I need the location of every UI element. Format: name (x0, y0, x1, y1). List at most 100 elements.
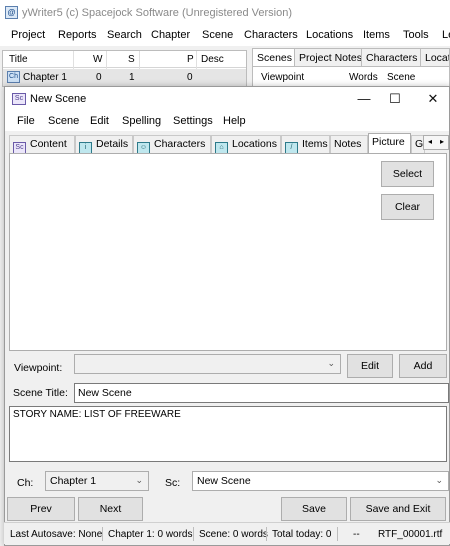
chapter-select-label: Ch: (17, 477, 34, 489)
tab-details-label: Details (96, 138, 129, 150)
table-row[interactable]: Ch Chapter 1 0 1 0 (3, 69, 246, 86)
tab-characters-label: Characters (154, 138, 206, 150)
prev-button[interactable]: Prev (7, 497, 75, 521)
tab-scenes[interactable]: Scenes (252, 48, 295, 67)
chapter-icon: Ch (7, 71, 20, 83)
scene-select-value: New Scene (197, 475, 251, 487)
col-viewpoint[interactable]: Viewpoint (261, 72, 304, 83)
col-words[interactable]: Words (349, 72, 378, 83)
scene-select-label: Sc: (165, 477, 181, 489)
chapter-scenes-cell: 1 (129, 72, 135, 83)
save-button[interactable]: Save (281, 497, 347, 521)
dialog-menu-scene[interactable]: Scene (48, 115, 79, 127)
scene-list-panel[interactable]: Viewpoint Words Scene (252, 66, 450, 88)
tab-g-label: G (415, 138, 424, 150)
status-bar: Last Autosave: None Chapter 1: 0 words S… (4, 522, 450, 544)
tab-content-label: Content (30, 138, 67, 150)
menu-characters[interactable]: Characters (244, 29, 298, 41)
chapter-select[interactable]: Chapter 1 ⌄ (45, 471, 149, 491)
scene-tab-strip: Sc Content i Details ☺ Characters ⌂ Location… (9, 133, 449, 154)
tab-scroll-right-icon[interactable]: ▸ (436, 137, 448, 146)
dialog-menu-bar: File Scene Edit Spelling Settings Help (5, 111, 449, 131)
new-scene-dialog: Sc New Scene — ☐ ✕ File Scene Edit Spell… (4, 86, 450, 546)
app-title-bar: @ yWriter5 (c) Spacejock Software (Unreg… (0, 0, 450, 26)
menu-scene[interactable]: Scene (202, 29, 233, 41)
menu-search[interactable]: Search (107, 29, 142, 41)
menu-reports[interactable]: Reports (58, 29, 97, 41)
tab-project-notes[interactable]: Project Notes (294, 48, 362, 67)
menu-le[interactable]: Le (442, 29, 450, 41)
right-tab-strip: Scenes Project Notes Characters Locati (252, 48, 450, 67)
scene-text-editor[interactable]: STORY NAME: LIST OF FREEWARE (9, 406, 447, 462)
tab-details[interactable]: i Details (75, 135, 133, 154)
tab-notes-label: Notes (334, 138, 362, 150)
col-desc[interactable]: Desc (201, 54, 224, 65)
menu-locations[interactable]: Locations (306, 29, 353, 41)
chapter-words-cell: 0 (96, 72, 102, 83)
status-divider (337, 527, 338, 541)
tab-characters[interactable]: Characters (361, 48, 421, 67)
status-divider (102, 527, 103, 541)
dialog-menu-spelling[interactable]: Spelling (122, 115, 161, 127)
chevron-down-icon: ⌄ (135, 475, 143, 485)
dialog-title-bar: Sc New Scene — ☐ ✕ (5, 87, 449, 111)
scene-title-input[interactable]: New Scene (74, 383, 449, 403)
chevron-down-icon: ⌄ (435, 475, 443, 485)
tab-locations[interactable]: Locati (420, 48, 450, 67)
menu-items[interactable]: Items (363, 29, 390, 41)
next-button[interactable]: Next (78, 497, 143, 521)
dialog-menu-edit[interactable]: Edit (90, 115, 109, 127)
scene-title-label: Scene Title: (13, 387, 68, 399)
col-s[interactable]: S (128, 54, 135, 65)
tab-scroll-arrows: ◂ ▸ (423, 135, 449, 150)
scene-icon: Sc (12, 93, 26, 105)
tab-scroll-left-icon[interactable]: ◂ (424, 137, 436, 146)
status-divider (193, 527, 194, 541)
close-button[interactable]: ✕ (419, 90, 447, 108)
menu-project[interactable]: Project (11, 29, 45, 41)
col-p[interactable]: P (187, 54, 194, 65)
chapter-title-cell: Chapter 1 (23, 72, 67, 83)
maximize-button[interactable]: ☐ (381, 90, 409, 108)
dialog-menu-settings[interactable]: Settings (173, 115, 213, 127)
main-menu-bar: Project Reports Search Chapter Scene Cha… (0, 26, 450, 46)
tab-locations-label: Locations (232, 138, 277, 150)
col-title[interactable]: Title (9, 54, 28, 65)
tab-items-label: Items (302, 138, 328, 150)
app-title: yWriter5 (c) Spacejock Software (Unregis… (22, 7, 293, 19)
scene-select[interactable]: New Scene ⌄ (192, 471, 449, 491)
status-autosave: Last Autosave: None (10, 529, 103, 540)
viewpoint-edit-button[interactable]: Edit (347, 354, 393, 378)
clear-picture-button[interactable]: Clear (381, 194, 434, 220)
status-filename: RTF_00001.rtf (378, 529, 443, 540)
tab-picture[interactable]: Picture (368, 133, 411, 154)
col-scene[interactable]: Scene (387, 72, 415, 83)
tab-characters[interactable]: ☺ Characters (133, 135, 211, 154)
tab-items[interactable]: / Items (281, 135, 330, 154)
chevron-down-icon: ⌄ (327, 358, 335, 368)
tab-content[interactable]: Sc Content (9, 135, 75, 154)
menu-chapter[interactable]: Chapter (151, 29, 190, 41)
chapter-grid-header: Title W S P Desc (3, 51, 246, 68)
viewpoint-label: Viewpoint: (14, 362, 63, 374)
status-dash: -- (353, 529, 360, 540)
picture-panel[interactable]: Select Clear (9, 153, 447, 351)
tab-notes[interactable]: Notes (330, 135, 368, 153)
chapter-select-value: Chapter 1 (50, 475, 97, 487)
menu-tools[interactable]: Tools (403, 29, 429, 41)
viewpoint-select[interactable]: ⌄ (74, 354, 341, 374)
tab-locations[interactable]: ⌂ Locations (211, 135, 281, 154)
chapter-p-cell: 0 (187, 72, 193, 83)
viewpoint-add-button[interactable]: Add (399, 354, 447, 378)
minimize-button[interactable]: — (350, 90, 378, 108)
save-and-exit-button[interactable]: Save and Exit (350, 497, 446, 521)
status-total-today: Total today: 0 (272, 529, 332, 540)
select-picture-button[interactable]: Select (381, 161, 434, 187)
status-divider (266, 527, 267, 541)
tab-picture-label: Picture (372, 136, 405, 148)
dialog-menu-file[interactable]: File (17, 115, 35, 127)
chapter-grid[interactable]: Title W S P Desc Ch Chapter 1 0 1 0 (2, 50, 247, 87)
col-w[interactable]: W (93, 54, 102, 65)
dialog-menu-help[interactable]: Help (223, 115, 246, 127)
status-chapter-words: Chapter 1: 0 words (108, 529, 193, 540)
